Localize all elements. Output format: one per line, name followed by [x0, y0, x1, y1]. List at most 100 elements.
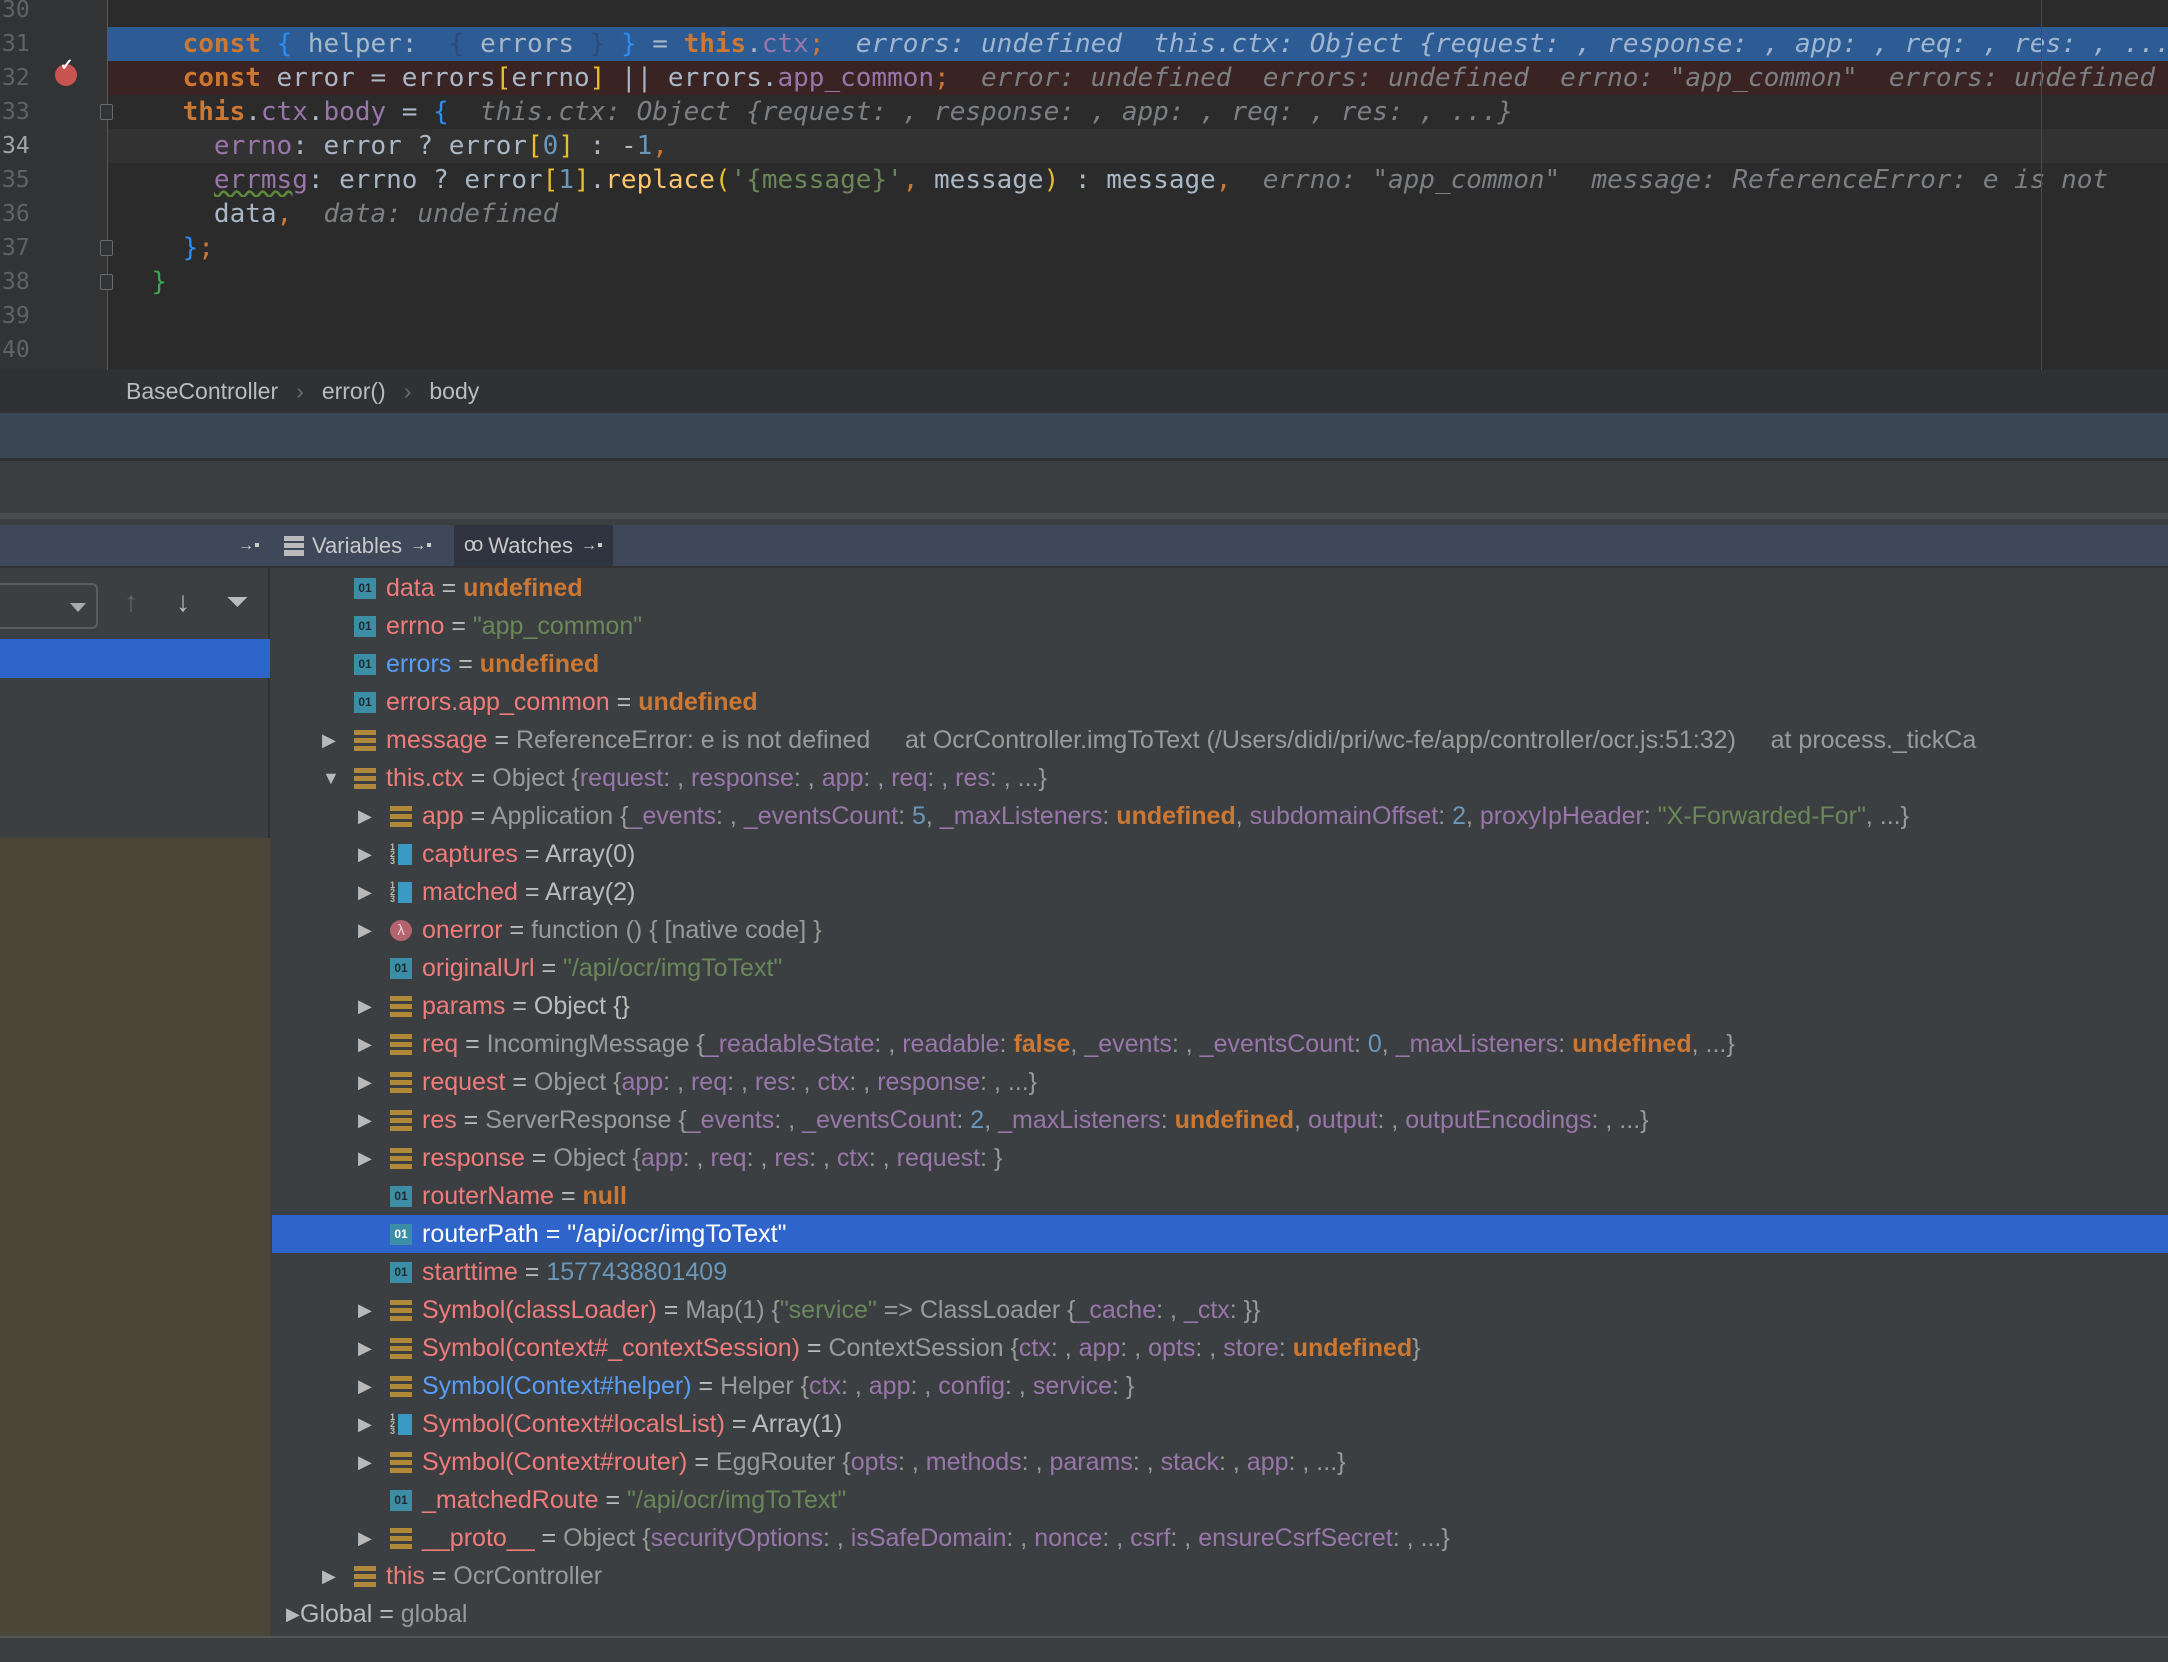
variable-row[interactable]: ▶ message = ReferenceError: e is not defi… [272, 721, 2168, 759]
frames-list-library [0, 838, 270, 1636]
collapsed-arrow-icon[interactable]: ▶ [358, 1329, 372, 1367]
variable-row[interactable]: ▶ 1 2 3 Symbol(Context#localsList) = Array(1… [272, 1405, 2168, 1443]
primitive-value-icon: 01 [354, 616, 376, 637]
code-line[interactable] [108, 299, 2168, 333]
code-line[interactable] [108, 333, 2168, 367]
collapsed-arrow-icon[interactable]: ▶ [358, 1519, 372, 1557]
arrow-down-icon[interactable]: ↓ [176, 586, 190, 618]
breakpoint-icon[interactable] [55, 55, 77, 86]
variable-row[interactable]: 01 _matchedRoute = "/api/ocr/imgToText" [272, 1481, 2168, 1519]
variable-value: : , [809, 1144, 837, 1172]
variable-row[interactable]: 01 routerPath = "/api/ocr/imgToText" [272, 1215, 2168, 1253]
variable-value: params [1049, 1448, 1133, 1476]
variable-row[interactable]: 01 data = undefined [272, 569, 2168, 607]
variable-value: _eventsCount [1199, 1030, 1354, 1058]
collapsed-arrow-icon[interactable]: ▶ [322, 721, 336, 759]
variable-name: starttime [422, 1258, 518, 1286]
collapsed-arrow-icon[interactable]: ▶ [358, 911, 372, 949]
variable-row[interactable]: ▶ λ onerror = function () { [native code] … [272, 911, 2168, 949]
variable-value: } [1412, 1334, 1421, 1362]
code-line[interactable]: const { helper: { errors } } = this.ctx;… [108, 27, 2168, 61]
collapsed-arrow-icon[interactable]: ▶ [358, 1367, 372, 1405]
collapsed-arrow-icon[interactable]: ▶ [358, 987, 372, 1025]
variable-value: csrf [1130, 1524, 1171, 1552]
variable-row[interactable]: ▶ app = Application {_events: , _eventsCo… [272, 797, 2168, 835]
variable-value: ctx [817, 1068, 850, 1096]
code-editor[interactable]: 30 31 32 33 34 35 36 37 38 39 40 const { helper: {… [0, 0, 2168, 370]
variable-row[interactable]: ▶ 1 2 3 captures = Array(0) [272, 835, 2168, 873]
arrow-up-icon[interactable]: ↑ [124, 586, 138, 618]
variable-row[interactable]: ▶ Global = global [272, 1595, 2168, 1633]
collapsed-arrow-icon[interactable]: ▶ [358, 1405, 372, 1443]
variable-row[interactable]: ▶ __proto__ = Object {securityOptions: , … [272, 1519, 2168, 1557]
variable-name: Symbol(context#_contextSession) [422, 1334, 800, 1362]
code-line[interactable] [108, 0, 2168, 27]
equals-sign: = [517, 878, 546, 906]
tab-watches[interactable]: oo Watches →▪ [454, 525, 613, 566]
variable-row[interactable]: ▶ Symbol(classLoader) = Map(1) {"service"… [272, 1291, 2168, 1329]
collapsed-arrow-icon[interactable]: ▶ [322, 1557, 336, 1595]
pin-icon[interactable]: →▪ [238, 525, 260, 566]
collapsed-arrow-icon[interactable]: ▶ [286, 1595, 300, 1633]
variable-value: , [925, 802, 940, 830]
variable-text: response = Object {app: , req: , res: , … [422, 1139, 1002, 1177]
tab-variables[interactable]: Variables →▪ [284, 525, 432, 566]
variable-name: Symbol(Context#helper) [422, 1372, 692, 1400]
code-line[interactable]: data, data: undefined [108, 197, 2168, 231]
variable-row[interactable]: ▶ Symbol(Context#router) = EggRouter {opt… [272, 1443, 2168, 1481]
variable-value: : , ...} [989, 764, 1047, 792]
breadcrumb-item[interactable]: BaseController [126, 378, 278, 405]
variable-value: Array(1) [752, 1410, 843, 1438]
selected-frame[interactable] [0, 639, 270, 678]
collapsed-arrow-icon[interactable]: ▶ [358, 1025, 372, 1063]
thread-dropdown[interactable] [0, 583, 98, 629]
variable-row[interactable]: ▶ this = OcrController [272, 1557, 2168, 1595]
collapsed-arrow-icon[interactable]: ▶ [358, 835, 372, 873]
variable-text: captures = Array(0) [422, 835, 635, 873]
filter-icon[interactable]: ⏷ [226, 586, 248, 619]
variables-tree[interactable]: 01 data = undefined 01 errno = "app_common"… [272, 569, 2168, 1636]
variable-row[interactable]: ▶ request = Object {app: , req: , res: , … [272, 1063, 2168, 1101]
code-line[interactable]: errmsg: errno ? error[1].replace('{messa… [108, 163, 2168, 197]
collapsed-arrow-icon[interactable]: ▶ [358, 873, 372, 911]
collapsed-arrow-icon[interactable]: ▶ [358, 1291, 372, 1329]
collapsed-arrow-icon[interactable]: ▶ [358, 1139, 372, 1177]
variable-row[interactable]: 01 originalUrl = "/api/ocr/imgToText" [272, 949, 2168, 987]
variable-row[interactable]: ▶ Symbol(context#_contextSession) = Conte… [272, 1329, 2168, 1367]
collapsed-arrow-icon[interactable]: ▶ [358, 1101, 372, 1139]
pin-icon[interactable]: →▪ [410, 537, 432, 555]
variable-row[interactable]: 01 errors = undefined [272, 645, 2168, 683]
variable-value: undefined [479, 650, 600, 678]
variable-row[interactable]: ▶ req = IncomingMessage {_readableState: … [272, 1025, 2168, 1063]
variable-row[interactable]: ▼ this.ctx = Object {request: , response:… [272, 759, 2168, 797]
variable-value: res [754, 1068, 790, 1096]
variable-value: opts [1148, 1334, 1196, 1362]
collapsed-arrow-icon[interactable]: ▶ [358, 1063, 372, 1101]
variable-row[interactable]: 01 routerName = null [272, 1177, 2168, 1215]
code-token: 1 [558, 165, 574, 195]
variable-row[interactable]: 01 starttime = 1577438801409 [272, 1253, 2168, 1291]
breadcrumb-item[interactable]: error() [322, 378, 386, 405]
breadcrumb-item[interactable]: body [429, 378, 479, 405]
variable-row[interactable]: ▶ response = Object {app: , req: , res: ,… [272, 1139, 2168, 1177]
code-line[interactable]: this.ctx.body = { this.ctx: Object {requ… [108, 95, 2168, 129]
variable-row[interactable]: 01 errors.app_common = undefined [272, 683, 2168, 721]
code-line[interactable]: } [108, 265, 2168, 299]
expanded-arrow-icon[interactable]: ▼ [322, 759, 340, 797]
variable-row[interactable]: ▶ params = Object {} [272, 987, 2168, 1025]
code-line[interactable]: const error = errors[errno] || errors.ap… [108, 61, 2168, 95]
collapsed-arrow-icon[interactable]: ▶ [358, 797, 372, 835]
variable-row[interactable]: 01 errno = "app_common" [272, 607, 2168, 645]
variable-value: null [582, 1182, 627, 1210]
primitive-value-icon: 01 [390, 1186, 412, 1207]
code-line[interactable]: errno: error ? error[0] : -1, [108, 129, 2168, 163]
editor-gutter[interactable]: 30 31 32 33 34 35 36 37 38 39 40 [0, 0, 113, 370]
code-line[interactable]: }; [108, 231, 2168, 265]
collapsed-arrow-icon[interactable]: ▶ [358, 1443, 372, 1481]
variable-row[interactable]: ▶ 1 2 3 matched = Array(2) [272, 873, 2168, 911]
pin-icon[interactable]: →▪ [581, 537, 603, 555]
variable-row[interactable]: ▶ res = ServerResponse {_events: , _event… [272, 1101, 2168, 1139]
variable-value: outputEncodings [1405, 1106, 1592, 1134]
variable-row[interactable]: ▶ Symbol(Context#helper) = Helper {ctx: ,… [272, 1367, 2168, 1405]
